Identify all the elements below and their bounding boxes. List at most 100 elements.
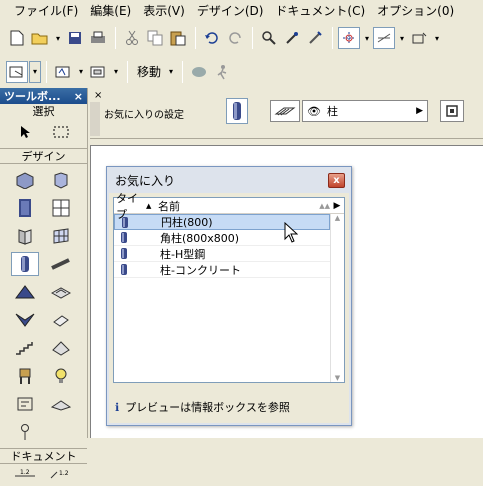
menu-edit[interactable]: 編集(E)	[84, 2, 137, 19]
save-icon[interactable]	[64, 27, 86, 49]
mesh-tool-icon[interactable]	[47, 336, 75, 360]
menu-file[interactable]: ファイル(F)	[8, 2, 84, 19]
eyedropper-icon[interactable]	[281, 27, 303, 49]
paste-icon[interactable]	[167, 27, 189, 49]
grid-snap-icon[interactable]	[408, 27, 430, 49]
corner-window-tool-icon[interactable]	[11, 224, 39, 248]
mouse-cursor-icon	[284, 222, 298, 243]
redo-icon[interactable]	[224, 27, 246, 49]
column-header-name[interactable]: 名前	[158, 198, 319, 214]
arrow-mode-dropdown-icon[interactable]: ▾	[29, 60, 41, 83]
walk-icon[interactable]	[211, 61, 233, 83]
snap-guides-icon[interactable]	[338, 27, 360, 49]
slab-tool-icon[interactable]	[47, 280, 75, 304]
preview-note: ℹ プレビューは情報ボックスを参照	[115, 399, 290, 415]
label-pin-tool-icon[interactable]	[11, 420, 39, 444]
scroll-down-icon[interactable]: ▼	[331, 374, 344, 382]
print-icon[interactable]	[87, 27, 109, 49]
info-box-side-handle[interactable]	[90, 102, 100, 136]
morph-tool-icon[interactable]	[47, 308, 75, 332]
sort-up-icon[interactable]: ▲	[146, 202, 158, 210]
view-toolbar: ▾ ▾ ▾ 移動 ▾	[0, 55, 483, 88]
separator	[252, 27, 253, 49]
dimension-tool-icon[interactable]: 1.2	[11, 466, 39, 482]
menu-view[interactable]: 表示(V)	[137, 2, 191, 19]
preview-note-text: プレビューは情報ボックスを参照	[125, 401, 290, 414]
arrow-mode-icon[interactable]	[6, 60, 28, 83]
window-tool-icon[interactable]	[47, 196, 75, 220]
open-dropdown-icon[interactable]: ▾	[52, 27, 64, 49]
separator	[127, 60, 128, 83]
svg-text:1.2: 1.2	[20, 469, 30, 476]
window-view-icon[interactable]	[87, 61, 109, 83]
expand-right-icon[interactable]: ▶	[330, 201, 344, 211]
column-preview-icon[interactable]	[226, 98, 248, 124]
menu-design[interactable]: デザイン(D)	[191, 2, 270, 19]
layer-dropdown[interactable]: 👁 柱 ▶	[302, 100, 428, 122]
copy-icon[interactable]	[144, 27, 166, 49]
object-tool-icon[interactable]	[11, 364, 39, 388]
favorites-title: お気に入り	[115, 173, 176, 188]
lamp-tool-icon[interactable]	[47, 364, 75, 388]
undo-icon[interactable]	[201, 27, 223, 49]
separator	[182, 60, 184, 83]
railing-tool-icon[interactable]	[47, 392, 75, 416]
toolbox-close-icon[interactable]: ×	[74, 90, 83, 103]
favorites-rows: 円柱(800) 角柱(800x800) 柱-H型鋼 柱-コンクリート	[114, 214, 344, 278]
chevron-right-icon: ▶	[416, 106, 423, 116]
section-design: デザイン	[0, 148, 87, 164]
menu-options[interactable]: オプション(0)	[371, 2, 460, 19]
arrow-tool-icon[interactable]	[11, 120, 39, 144]
favorites-palette: お気に入り x タイプ ▲ 名前 ▲▲ ▶ 円柱(800) 角柱(800x800)…	[106, 166, 352, 426]
list-item-label: 柱-H型鋼	[160, 247, 206, 261]
open-folder-icon[interactable]	[29, 27, 51, 49]
favorites-body: タイプ ▲ 名前 ▲▲ ▶ 円柱(800) 角柱(800x800) 柱-H型鋼 柱-コ…	[109, 192, 349, 423]
new-file-icon[interactable]	[6, 27, 28, 49]
info-box: × お気に入りの設定 👁 柱 ▶	[90, 88, 483, 138]
layer-dropdown-value: 柱	[326, 105, 338, 118]
syringe-icon[interactable]	[304, 27, 326, 49]
grid-dropdown-icon[interactable]: ▾	[431, 27, 443, 49]
layer-view-icon[interactable]	[52, 61, 74, 83]
angle-guides-icon[interactable]	[373, 27, 395, 49]
window-view-dropdown-icon[interactable]: ▾	[110, 61, 122, 83]
favorites-list: タイプ ▲ 名前 ▲▲ ▶ 円柱(800) 角柱(800x800) 柱-H型鋼 柱-コ…	[113, 192, 345, 383]
vertical-scrollbar[interactable]: ▲ ▼	[330, 214, 344, 382]
layer-view-dropdown-icon[interactable]: ▾	[75, 61, 87, 83]
scroll-up-icon[interactable]: ▲	[331, 214, 344, 222]
find-select-icon[interactable]	[258, 27, 280, 49]
standard-toolbar: ▾ ▾ ▾ ▾	[0, 23, 483, 53]
column-item-icon	[114, 231, 160, 244]
roof-tool-icon[interactable]	[11, 280, 39, 304]
marquee-tool-icon[interactable]	[47, 120, 75, 144]
brain-icon[interactable]	[188, 61, 210, 83]
list-item[interactable]: 柱-H型鋼	[114, 246, 330, 262]
move-dropdown-icon[interactable]: ▾	[165, 61, 177, 83]
stair-tool-icon[interactable]	[11, 336, 39, 360]
section-select: 選択	[32, 105, 55, 118]
cut-icon[interactable]	[121, 27, 143, 49]
level-dimension-tool-icon[interactable]: 1.2	[47, 466, 75, 482]
favorites-close-button[interactable]: x	[328, 172, 345, 188]
angle-dropdown-icon[interactable]: ▾	[396, 27, 408, 49]
snap-dropdown-icon[interactable]: ▾	[361, 27, 373, 49]
floor-plan-icon[interactable]	[440, 100, 464, 122]
curtain-wall-tool-icon[interactable]	[47, 224, 75, 248]
move-button[interactable]: 移動	[133, 63, 165, 80]
door-tool-icon[interactable]	[11, 196, 39, 220]
block-tool-icon[interactable]	[47, 168, 75, 192]
beam-tool-icon[interactable]	[47, 252, 75, 276]
zone-tool-icon[interactable]	[11, 392, 39, 416]
info-box-close-icon[interactable]: ×	[94, 90, 102, 101]
list-item[interactable]: 柱-コンクリート	[114, 262, 330, 278]
column-nav-icon[interactable]: ▲▲	[319, 202, 330, 210]
wall-tool-icon[interactable]	[11, 168, 39, 192]
horizontal-scroll-strip[interactable]	[90, 138, 483, 145]
layer-settings-icon[interactable]	[270, 100, 300, 122]
shell-tool-icon[interactable]	[11, 308, 39, 332]
column-item-icon	[114, 263, 160, 276]
separator	[115, 27, 116, 49]
column-tool-icon[interactable]	[10, 252, 39, 276]
list-item-label: 柱-コンクリート	[160, 263, 241, 277]
menu-document[interactable]: ドキュメント(C)	[269, 2, 371, 19]
